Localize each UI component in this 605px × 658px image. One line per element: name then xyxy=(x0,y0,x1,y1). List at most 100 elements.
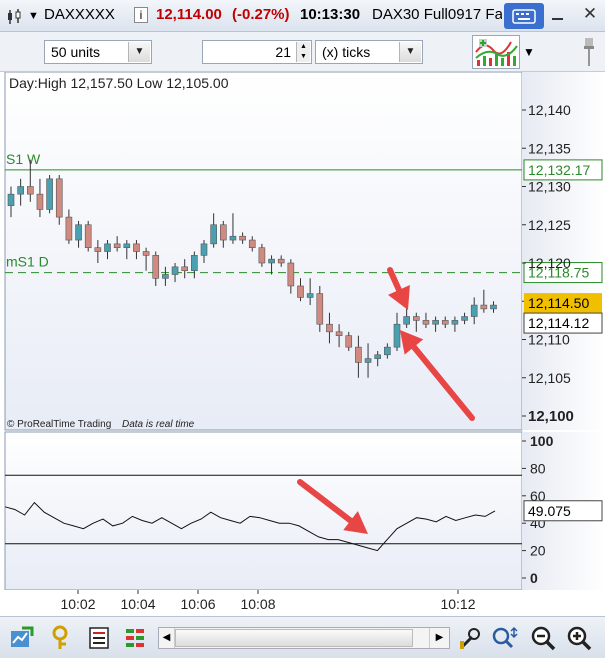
candle-body xyxy=(335,331,343,336)
units-select[interactable]: 50 units ▼ xyxy=(44,40,152,64)
zoom-out-button[interactable] xyxy=(530,625,558,651)
candle-body xyxy=(470,304,478,317)
scroll-left-button[interactable]: ◀ xyxy=(159,628,175,648)
candle-body xyxy=(152,255,160,279)
candle-body xyxy=(220,224,227,241)
candle-body xyxy=(200,243,208,256)
time-tick-label: 10:12 xyxy=(440,596,475,612)
quote-time: 10:13:30 xyxy=(300,6,361,23)
zoom-in-button[interactable] xyxy=(566,625,594,651)
instrument-dropdown-icon[interactable]: ▼ xyxy=(28,10,39,22)
candle-body xyxy=(432,320,439,325)
candle-body xyxy=(239,235,246,241)
candle-body xyxy=(210,224,217,245)
chart-toolbar: 50 units ▼ 21 ▲ ▼ (x) ticks ▼ ▼ xyxy=(0,32,605,72)
ticks-mode-select[interactable]: (x) ticks ▼ xyxy=(315,40,423,64)
level-label: mS1 D xyxy=(6,254,49,270)
ticks-count-input[interactable]: 21 ▲ ▼ xyxy=(202,40,312,64)
units-value: 50 units xyxy=(51,44,101,60)
scroll-thumb[interactable] xyxy=(175,629,413,647)
properties-button[interactable] xyxy=(122,625,150,651)
instrument-name[interactable]: DAXXXXX xyxy=(44,6,115,23)
candle-body xyxy=(162,274,169,279)
candle-body xyxy=(345,335,353,348)
auto-scale-button[interactable] xyxy=(490,625,518,651)
detach-icon xyxy=(584,38,594,66)
indicator-value-tag: 49.075 xyxy=(528,503,571,519)
candle-body xyxy=(84,224,92,249)
indicator-pane-bg xyxy=(4,431,523,590)
ticks-stepper[interactable]: ▲ ▼ xyxy=(296,42,310,62)
bar-chart-icon[interactable] xyxy=(6,8,24,26)
scroll-right-button[interactable]: ▶ xyxy=(429,628,449,648)
candle-body xyxy=(113,243,121,248)
add-indicator-button[interactable] xyxy=(472,35,520,69)
candle-body xyxy=(75,224,82,241)
candle-body xyxy=(55,178,63,218)
candle-body xyxy=(403,316,410,325)
indicator-button[interactable] xyxy=(50,625,78,651)
candle-body xyxy=(65,216,73,241)
drawing-list-icon xyxy=(89,627,109,649)
ticks-count-value: 21 xyxy=(275,44,291,60)
keyboard-button[interactable] xyxy=(504,3,544,29)
bottom-toolbar: ◀ ▶ xyxy=(0,616,605,658)
candle-body xyxy=(229,235,237,241)
candle-body xyxy=(326,323,333,333)
time-tick-label: 10:08 xyxy=(240,596,275,612)
properties-icon xyxy=(126,629,144,647)
info-icon[interactable]: i xyxy=(134,7,148,23)
tools-icon xyxy=(460,628,480,649)
price-tick-label: 12,125 xyxy=(528,217,571,233)
chart-area[interactable]: S1 W 12,132.17 mS1 D 12,118.75 12,100 12,105… xyxy=(0,72,605,590)
candle-body xyxy=(191,255,198,271)
candle-body xyxy=(142,251,150,256)
chart-canvas[interactable]: S1 W12,132.17mS1 D12,118.75 12,10012,105… xyxy=(0,72,605,590)
price-tick-label: 12,120 xyxy=(528,255,571,271)
indicator-menu-button[interactable]: ▼ xyxy=(521,40,537,64)
horizontal-scrollbar[interactable]: ◀ ▶ xyxy=(158,627,450,649)
osc-tick-label: 100 xyxy=(530,433,554,449)
cursor-price-tag: 12,114.12 xyxy=(528,315,589,331)
candle-body xyxy=(374,354,382,359)
candle-body xyxy=(133,243,140,252)
title-bar: ▼ DAXXXXX i 12,114.00 (-0.27%) 10:13:30 … xyxy=(0,0,605,32)
last-price-tag: 12,114.50 xyxy=(528,295,589,311)
candle-body xyxy=(355,346,362,363)
price-tick-label: 12,140 xyxy=(528,102,571,118)
candle-body xyxy=(277,258,285,264)
last-price: 12,114.00 xyxy=(156,6,222,23)
time-axis: 10:02 10:04 10:06 10:08 10:12 xyxy=(0,590,605,616)
close-icon: ✕ xyxy=(582,4,598,23)
day-info-label: Day:High 12,157.50 Low 12,105.00 xyxy=(9,75,229,91)
candle-body xyxy=(384,346,391,356)
osc-tick-label: 20 xyxy=(530,543,546,559)
candle-body xyxy=(451,320,459,325)
close-button[interactable]: ✕ xyxy=(580,4,600,26)
chevron-down-icon[interactable]: ▼ xyxy=(128,42,150,62)
osc-tick-label: 80 xyxy=(530,460,546,476)
minimize-button[interactable] xyxy=(552,8,564,22)
minimize-icon xyxy=(552,18,563,20)
candle-body xyxy=(104,243,111,252)
chart-type-button[interactable] xyxy=(8,625,36,651)
candle-body xyxy=(287,262,295,287)
price-change: (-0.27%) xyxy=(232,6,290,23)
tools-button[interactable] xyxy=(456,625,484,651)
osc-tick-label: 0 xyxy=(530,570,538,586)
candle-body xyxy=(17,186,24,195)
chevron-down-icon[interactable]: ▼ xyxy=(399,42,421,62)
candle-body xyxy=(171,266,179,275)
candle-body xyxy=(441,320,449,325)
drawing-list-button[interactable] xyxy=(86,625,114,651)
candle-body xyxy=(490,304,497,310)
price-tick-label: 12,135 xyxy=(528,140,571,156)
candle-body xyxy=(268,258,275,264)
level-label: S1 W xyxy=(6,151,41,167)
candle-body xyxy=(123,243,131,248)
chart-type-icon xyxy=(11,626,34,647)
candle-body xyxy=(412,316,420,321)
detach-button[interactable] xyxy=(578,36,600,68)
candle-body xyxy=(94,247,102,252)
realtime-note: Data is real time xyxy=(122,419,195,430)
